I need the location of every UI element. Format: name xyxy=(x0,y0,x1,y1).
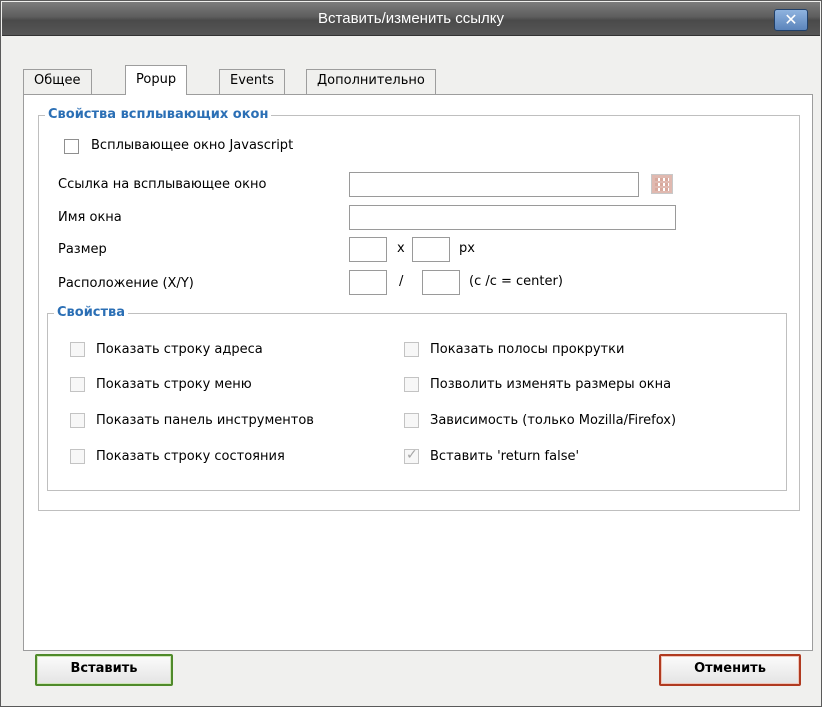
toolbar-label: Показать панель инструментов xyxy=(96,413,314,428)
popup-properties-group: Свойства всплывающих окон Всплывающее ок… xyxy=(38,107,800,511)
window-name-input[interactable] xyxy=(349,205,676,230)
position-hint: (c /c = center) xyxy=(469,274,563,289)
dependent-checkbox[interactable] xyxy=(404,413,419,428)
insert-button[interactable]: Вставить xyxy=(35,654,173,686)
address-bar-label: Показать строку адреса xyxy=(96,342,263,357)
resizable-checkbox[interactable] xyxy=(404,377,419,392)
tab-popup[interactable]: Popup xyxy=(125,65,188,95)
js-popup-checkbox[interactable] xyxy=(64,139,79,154)
properties-group: Свойства Показать строку адреса Показать… xyxy=(47,305,787,491)
dialog-body: Общее Popup Events Дополнительно Свойств… xyxy=(9,37,815,705)
close-icon: ✕ xyxy=(784,10,798,29)
tab-advanced[interactable]: Дополнительно xyxy=(306,69,436,94)
dependent-label: Зависимость (только Mozilla/Firefox) xyxy=(430,413,677,428)
size-unit: px xyxy=(459,241,475,256)
dialog-title: Вставить/изменить ссылку xyxy=(318,10,504,27)
properties-legend: Свойства xyxy=(54,305,129,321)
browse-icon[interactable] xyxy=(651,174,673,194)
scrollbars-label: Показать полосы прокрутки xyxy=(430,342,625,357)
popup-url-input[interactable] xyxy=(349,172,639,197)
cancel-button[interactable]: Отменить xyxy=(659,654,801,686)
toolbar-checkbox[interactable] xyxy=(70,413,85,428)
js-popup-label: Всплывающее окно Javascript xyxy=(91,138,294,153)
popup-properties-legend: Свойства всплывающих окон xyxy=(45,107,272,123)
window-name-label: Имя окна xyxy=(58,210,122,225)
position-y-input[interactable] xyxy=(422,270,460,295)
menubar-checkbox[interactable] xyxy=(70,377,85,392)
address-bar-checkbox[interactable] xyxy=(70,342,85,357)
menubar-label: Показать строку меню xyxy=(96,377,252,392)
statusbar-label: Показать строку состояния xyxy=(96,449,285,464)
size-label: Размер xyxy=(58,242,107,257)
tab-events[interactable]: Events xyxy=(219,69,286,94)
tab-general[interactable]: Общее xyxy=(23,69,92,94)
tab-panel-popup: Свойства всплывающих окон Всплывающее ок… xyxy=(23,94,813,651)
dialog-window: Вставить/изменить ссылку ✕ Общее Popup E… xyxy=(0,0,822,707)
statusbar-checkbox[interactable] xyxy=(70,449,85,464)
title-bar[interactable]: Вставить/изменить ссылку ✕ xyxy=(2,2,820,36)
position-separator: / xyxy=(399,274,404,289)
return-false-label: Вставить 'return false' xyxy=(430,449,580,464)
checkmark-icon: ✓ xyxy=(406,447,418,463)
size-width-input[interactable] xyxy=(349,237,387,262)
size-separator: x xyxy=(397,241,405,256)
position-label: Расположение (X/Y) xyxy=(58,276,194,291)
size-height-input[interactable] xyxy=(412,237,450,262)
position-x-input[interactable] xyxy=(349,270,387,295)
popup-url-label: Ссылка на всплывающее окно xyxy=(58,177,267,192)
scrollbars-checkbox[interactable] xyxy=(404,342,419,357)
close-button[interactable]: ✕ xyxy=(774,9,808,31)
return-false-checkbox[interactable]: ✓ xyxy=(404,447,419,464)
resizable-label: Позволить изменять размеры окна xyxy=(430,377,672,392)
